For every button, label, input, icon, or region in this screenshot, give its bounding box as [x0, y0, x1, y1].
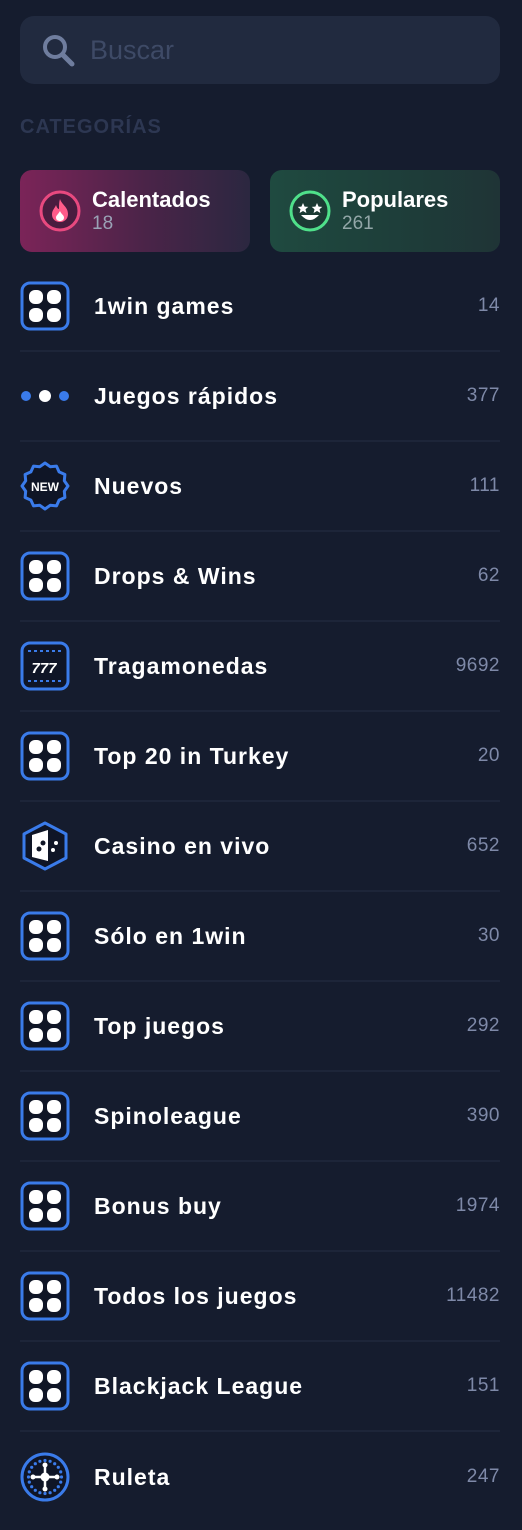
svg-text:NEW: NEW [31, 480, 60, 494]
category-label: Bonus buy [94, 1192, 222, 1219]
slot-icon: 777 [20, 641, 70, 691]
category-label: Blackjack League [94, 1372, 304, 1399]
category-item[interactable]: Ruleta 247 [20, 1432, 500, 1522]
category-count: 111 [469, 475, 500, 496]
grid-icon [20, 911, 70, 961]
category-item[interactable]: 777 Tragamonedas 9692 [20, 622, 500, 712]
grid-icon [20, 731, 70, 781]
featured-tile-count: 261 [342, 213, 374, 234]
category-item[interactable]: Todos los juegos 11482 [20, 1252, 500, 1342]
categories-panel: CATEGORÍAS Calentados 18 [0, 0, 522, 1530]
category-count: 247 [466, 1466, 500, 1487]
featured-tile-label: Populares [342, 187, 449, 212]
category-count: 14 [477, 295, 500, 316]
search-bar[interactable] [20, 16, 500, 84]
category-label: Tragamonedas [94, 652, 269, 679]
category-count: 377 [466, 385, 500, 406]
category-label: 1win games [94, 292, 235, 319]
category-label: Top juegos [94, 1012, 225, 1039]
category-item[interactable]: Spinoleague 390 [20, 1072, 500, 1162]
grid-icon [20, 281, 70, 331]
grid-icon [20, 1181, 70, 1231]
dots-icon [20, 371, 70, 421]
star-eyes-smiley-icon [288, 189, 332, 233]
category-label: Drops & Wins [94, 562, 257, 589]
category-label: Nuevos [94, 472, 184, 499]
category-count: 20 [477, 745, 500, 766]
category-label: Spinoleague [94, 1102, 242, 1129]
category-count: 390 [466, 1105, 500, 1126]
category-count: 292 [466, 1015, 500, 1036]
category-label: Juegos rápidos [94, 382, 278, 409]
category-item[interactable]: Top juegos 292 [20, 982, 500, 1072]
grid-icon [20, 1091, 70, 1141]
category-item[interactable]: Drops & Wins 62 [20, 532, 500, 622]
svg-text:777: 777 [31, 660, 57, 677]
grid-icon [20, 1361, 70, 1411]
category-count: 652 [466, 835, 500, 856]
featured-tile-hot[interactable]: Calentados 18 [20, 170, 250, 252]
category-item[interactable]: Sólo en 1win 30 [20, 892, 500, 982]
category-item[interactable]: NEW Nuevos 111 [20, 442, 500, 532]
featured-tile-popular[interactable]: Populares 261 [270, 170, 500, 252]
new-badge-icon: NEW [20, 461, 70, 511]
category-count: 30 [477, 925, 500, 946]
category-item[interactable]: 1win games 14 [20, 262, 500, 352]
grid-icon [20, 1271, 70, 1321]
section-title: CATEGORÍAS [20, 116, 162, 138]
category-label: Top 20 in Turkey [94, 742, 290, 769]
featured-tile-count: 18 [92, 213, 114, 234]
category-item[interactable]: Bonus buy 1974 [20, 1162, 500, 1252]
category-item[interactable]: Top 20 in Turkey 20 [20, 712, 500, 802]
search-icon[interactable] [38, 30, 78, 70]
category-label: Todos los juegos [94, 1282, 298, 1309]
roulette-icon [20, 1452, 70, 1502]
category-count: 11482 [446, 1285, 500, 1306]
category-count: 1974 [455, 1195, 500, 1216]
search-input[interactable] [90, 16, 500, 84]
dice-icon [20, 821, 70, 871]
featured-tiles: Calentados 18 Populares 261 [20, 170, 500, 252]
category-label: Sólo en 1win [94, 922, 247, 949]
category-item[interactable]: Blackjack League 151 [20, 1342, 500, 1432]
grid-icon [20, 551, 70, 601]
category-count: 151 [466, 1375, 500, 1396]
category-list: 1win games 14 Juegos rápidos 377 NEW Nuevos… [20, 262, 500, 1522]
category-label: Casino en vivo [94, 832, 271, 859]
featured-tile-label: Calentados [92, 187, 211, 212]
category-item[interactable]: Juegos rápidos 377 [20, 352, 500, 442]
category-count: 62 [477, 565, 500, 586]
category-label: Ruleta [94, 1463, 171, 1490]
flame-icon [38, 189, 82, 233]
grid-icon [20, 1001, 70, 1051]
category-count: 9692 [455, 655, 500, 676]
category-item[interactable]: Casino en vivo 652 [20, 802, 500, 892]
